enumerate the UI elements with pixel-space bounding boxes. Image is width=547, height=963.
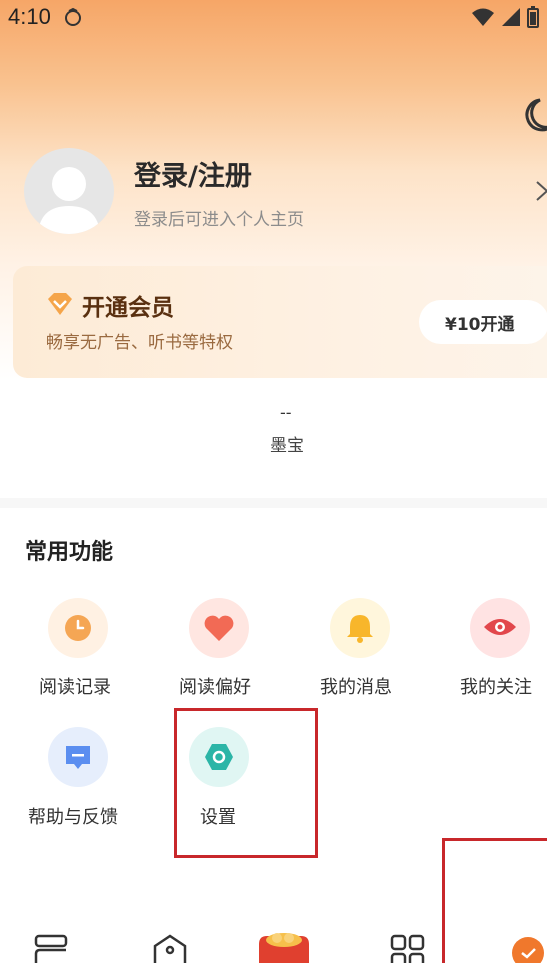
section-title: 常用功能 [25,540,114,565]
bell-icon [347,615,373,643]
vip-subtitle: 畅享无广告、听书等特权 [46,333,233,353]
home-icon[interactable] [152,934,188,963]
moon-icon[interactable] [518,96,547,134]
wifi-icon [472,8,494,26]
vip-open-button[interactable]: ¥10开通 [419,300,547,344]
func-label: 帮助与反馈 [28,807,118,828]
grid-icon[interactable] [390,934,426,963]
feedback-icon [66,746,90,769]
func-label: 我的消息 [320,677,392,698]
func-label: 我的关注 [460,677,532,698]
eye-icon [484,619,516,635]
wallet-value: -- [280,403,292,422]
profile-icon[interactable] [510,935,546,963]
status-time: 4:10 [8,4,51,29]
section-divider [0,498,547,508]
highlight-box-settings [174,708,318,858]
heart-icon [204,615,234,641]
wallet-label[interactable]: 墨宝 [270,431,304,456]
func-label: 阅读记录 [39,677,111,698]
battery-icon [527,6,539,28]
vip-title: 开通会员 [82,295,174,321]
bookshelf-icon[interactable] [34,934,70,963]
signal-icon [502,8,520,26]
login-subtitle: 登录后可进入个人主页 [134,210,304,230]
login-title[interactable]: 登录/注册 [134,154,252,193]
avatar[interactable] [24,148,114,234]
app-notification-icon [64,7,81,26]
clock-icon [65,615,91,641]
chevron-right-icon[interactable] [534,180,547,202]
avatar-placeholder-icon [38,167,100,234]
gift-icon[interactable] [255,928,313,963]
status-bar: 4:10 [0,0,547,34]
diamond-icon [48,293,72,315]
func-label: 阅读偏好 [179,677,251,698]
